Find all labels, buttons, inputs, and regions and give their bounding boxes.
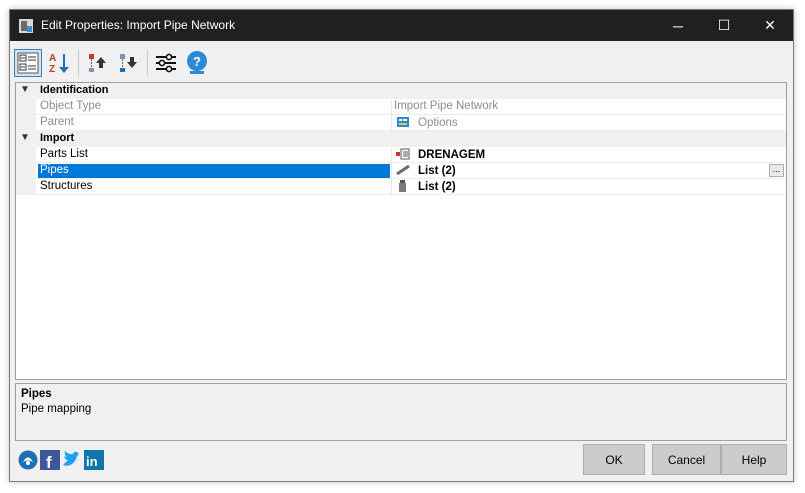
row-gutter bbox=[16, 179, 36, 195]
property-value-container[interactable]: List (2) bbox=[394, 180, 786, 195]
toolbar-separator bbox=[78, 50, 79, 76]
close-button[interactable]: ✕ bbox=[747, 10, 793, 41]
property-value: List (2) bbox=[418, 165, 456, 177]
alphabetical-sort-button[interactable]: A Z bbox=[45, 49, 73, 77]
property-value: List (2) bbox=[418, 181, 456, 193]
property-name: Parts List bbox=[40, 148, 88, 160]
description-panel: Pipes Pipe mapping bbox=[15, 383, 787, 441]
svg-text:?: ? bbox=[193, 54, 201, 69]
alphabetical-sort-icon: A Z bbox=[49, 53, 69, 75]
move-down-icon bbox=[120, 54, 137, 72]
help-button[interactable]: Help bbox=[721, 444, 787, 475]
title-bar[interactable]: Edit Properties: Import Pipe Network ─ ☐… bbox=[10, 10, 793, 41]
home-icon[interactable] bbox=[18, 450, 38, 470]
description-title: Pipes bbox=[21, 388, 52, 400]
row-divider bbox=[36, 194, 786, 195]
help-icon: ? bbox=[187, 51, 207, 74]
column-splitter bbox=[391, 163, 392, 179]
property-row-parts-list[interactable]: Parts List DRENAGEM bbox=[16, 147, 786, 163]
row-gutter bbox=[16, 99, 36, 115]
property-value: Import Pipe Network bbox=[394, 100, 499, 112]
property-value-container: Options bbox=[394, 116, 786, 131]
description-text: Pipe mapping bbox=[21, 403, 92, 415]
structure-icon bbox=[399, 180, 406, 192]
property-grid: ▼ Identification Object Type Import Pipe… bbox=[15, 82, 787, 380]
maximize-icon: ☐ bbox=[717, 17, 731, 33]
property-name: Pipes bbox=[38, 164, 390, 179]
categorized-view-icon bbox=[17, 52, 39, 74]
facebook-icon[interactable]: f bbox=[40, 450, 60, 470]
ellipsis-button[interactable]: ... bbox=[769, 164, 784, 177]
svg-text:Z: Z bbox=[49, 64, 55, 75]
svg-text:f: f bbox=[46, 453, 52, 470]
close-icon: ✕ bbox=[764, 17, 776, 33]
toolbar: A Z ? bbox=[14, 46, 214, 80]
window-title: Edit Properties: Import Pipe Network bbox=[41, 18, 236, 32]
minimize-button[interactable]: ─ bbox=[655, 10, 701, 41]
property-row-structures[interactable]: Structures List (2) bbox=[16, 179, 786, 195]
row-gutter bbox=[16, 147, 36, 163]
parts-list-icon bbox=[396, 148, 410, 160]
property-name: Parent bbox=[40, 116, 74, 128]
column-splitter bbox=[391, 99, 392, 115]
pipe-icon bbox=[396, 164, 410, 176]
property-name: Object Type bbox=[40, 100, 102, 112]
categorized-view-button[interactable] bbox=[14, 49, 42, 77]
chevron-down-icon[interactable]: ▼ bbox=[20, 132, 30, 143]
property-row-parent[interactable]: Parent Options bbox=[16, 115, 786, 131]
property-value: DRENAGEM bbox=[418, 149, 486, 161]
move-down-button[interactable] bbox=[114, 49, 142, 77]
help-toolbar-button[interactable]: ? bbox=[183, 49, 211, 77]
cancel-button[interactable]: Cancel bbox=[652, 444, 721, 475]
category-row-identification[interactable]: ▼ Identification bbox=[16, 83, 786, 99]
row-gutter bbox=[16, 163, 36, 179]
property-value: Options bbox=[418, 117, 458, 129]
social-links: f in bbox=[18, 450, 106, 470]
category-row-import[interactable]: ▼ Import bbox=[16, 131, 786, 147]
settings-sliders-icon bbox=[156, 53, 176, 73]
property-value-container[interactable]: DRENAGEM bbox=[394, 148, 786, 163]
svg-text:in: in bbox=[86, 454, 98, 469]
property-row-object-type[interactable]: Object Type Import Pipe Network bbox=[16, 99, 786, 115]
column-splitter bbox=[391, 147, 392, 163]
category-label: Import bbox=[40, 132, 75, 144]
linkedin-icon[interactable]: in bbox=[84, 450, 104, 470]
settings-button[interactable] bbox=[152, 49, 180, 77]
maximize-button[interactable]: ☐ bbox=[701, 10, 747, 41]
properties-dialog: Edit Properties: Import Pipe Network ─ ☐… bbox=[9, 9, 794, 482]
svg-text:A: A bbox=[49, 53, 56, 64]
twitter-icon[interactable] bbox=[62, 450, 82, 470]
property-value-container[interactable]: List (2) bbox=[394, 164, 786, 179]
property-name: Structures bbox=[40, 180, 93, 192]
category-label: Identification bbox=[40, 84, 109, 96]
app-icon bbox=[19, 19, 33, 33]
chevron-down-icon[interactable]: ▼ bbox=[20, 84, 30, 95]
row-gutter bbox=[16, 115, 36, 131]
move-up-icon bbox=[89, 54, 106, 72]
ok-button[interactable]: OK bbox=[583, 444, 645, 475]
column-splitter bbox=[391, 115, 392, 131]
move-up-button[interactable] bbox=[83, 49, 111, 77]
column-splitter bbox=[391, 179, 392, 195]
minimize-icon: ─ bbox=[673, 17, 683, 34]
options-icon bbox=[397, 117, 409, 127]
property-row-pipes[interactable]: Pipes List (2) ... bbox=[16, 163, 786, 179]
toolbar-separator bbox=[147, 50, 148, 76]
